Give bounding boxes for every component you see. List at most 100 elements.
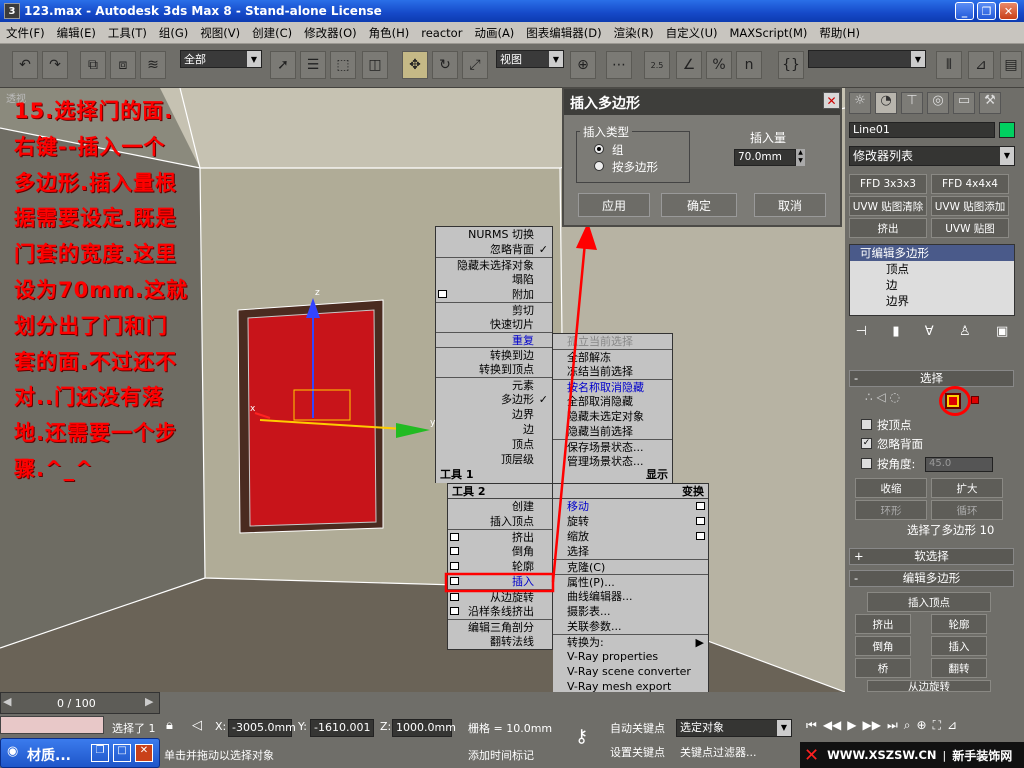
watermark: ✕ WWW.XSZSW.CN | 新手装饰网 xyxy=(800,742,1024,768)
ignore-backfacing-checkbox[interactable]: ✓ xyxy=(861,438,872,449)
vertex-mode-icon[interactable]: ∴ xyxy=(865,390,873,404)
frame-counter: 0 / 100 xyxy=(57,697,96,710)
key-filters-button[interactable]: 关键点过滤器... xyxy=(680,744,757,760)
remove-modifier-icon[interactable]: ♙ xyxy=(959,324,971,344)
zoom-all-icon[interactable]: ⊕ xyxy=(917,718,927,742)
stack-item-border[interactable]: 边界 xyxy=(850,293,1014,309)
bridge-button[interactable]: 桥 xyxy=(855,658,911,678)
go-start-icon[interactable]: ⏮ xyxy=(806,718,817,742)
panel-tabs: ☼ ◔ ⊤ ◎ ▭ ⚒ xyxy=(849,92,1017,116)
dialog-title: 插入多边形 xyxy=(570,96,640,112)
time-prev-icon[interactable]: ◀ xyxy=(3,695,11,708)
watermark-url: WWW.XSZSW.CN xyxy=(827,748,937,762)
zoom-extents-icon[interactable]: ⛶ xyxy=(933,718,941,742)
selection-rollout[interactable]: - 选择 xyxy=(849,370,1014,387)
ok-button[interactable]: 确定 xyxy=(661,193,737,217)
make-unique-icon[interactable]: ∀ xyxy=(925,324,934,344)
chevron-down-icon: ▼ xyxy=(1000,147,1014,165)
stack-tools: ⊣ ▮ ∀ ♙ ▣ xyxy=(849,324,1015,344)
loop-button[interactable]: 循环 xyxy=(931,500,1003,520)
radio-group[interactable] xyxy=(594,144,604,154)
ffd444-button[interactable]: FFD 4x4x4 xyxy=(931,174,1009,194)
absolute-mode-icon[interactable]: ◁ xyxy=(192,718,202,733)
stack-item-edge[interactable]: 边 xyxy=(850,277,1014,293)
extrude-mod-button[interactable]: 挤出 xyxy=(849,218,927,238)
display-tab-icon[interactable]: ▭ xyxy=(953,92,975,114)
inset-amount-spinner[interactable]: ▲ ▼ xyxy=(796,149,805,166)
selection-set-dropdown[interactable]: 选定对象 ▼ xyxy=(676,719,792,737)
inset-amount-field[interactable]: 70.0mm xyxy=(734,149,796,166)
key-mode-icon[interactable]: ⚷ xyxy=(575,726,588,747)
shrink-button[interactable]: 收缩 xyxy=(855,478,927,498)
border-mode-icon[interactable]: ◌ xyxy=(890,390,900,404)
hinge-from-edge-button[interactable]: 从边旋转 xyxy=(867,680,991,692)
time-slider[interactable]: ◀ 0 / 100 ▶ xyxy=(0,692,160,714)
dialog-close-icon[interactable]: ✕ xyxy=(823,92,840,109)
x-label: X: xyxy=(215,720,227,733)
object-color-swatch[interactable] xyxy=(999,122,1015,138)
next-frame-icon[interactable]: ▶▶ xyxy=(863,718,881,742)
inset-button[interactable]: 插入 xyxy=(931,636,987,656)
bevel-button[interactable]: 倒角 xyxy=(855,636,911,656)
by-angle-checkbox[interactable] xyxy=(861,458,872,469)
angle-field[interactable]: 45.0 xyxy=(925,457,993,472)
play-icon[interactable]: ▶ xyxy=(847,718,856,742)
radio-by-polygon[interactable] xyxy=(594,161,604,171)
ffd333-button[interactable]: FFD 3x3x3 xyxy=(849,174,927,194)
utilities-tab-icon[interactable]: ⚒ xyxy=(979,92,1001,114)
taskbar-material-editor[interactable]: ◉ 材质... ❐ □ ✕ xyxy=(0,738,160,768)
inset-polygon-dialog: 插入多边形 ✕ 插入类型 组 按多边形 插入量 70.0mm ▲ ▼ 应用 确定 … xyxy=(562,87,842,227)
modifier-list-dropdown[interactable]: 修改器列表 ▼ xyxy=(849,146,1015,166)
extrude-button[interactable]: 挤出 xyxy=(855,614,911,634)
uvw-map-add-button[interactable]: UVW 贴图添加 xyxy=(931,196,1009,216)
go-end-icon[interactable]: ⏭ xyxy=(887,718,898,742)
time-next-icon[interactable]: ▶ xyxy=(145,695,153,708)
lock-selection-icon[interactable]: 🔒︎ xyxy=(166,718,173,733)
pin-stack-icon[interactable]: ⊣ xyxy=(856,324,867,344)
uvw-map-clear-button[interactable]: UVW 贴图清除 xyxy=(849,196,927,216)
y-coord-field[interactable]: -1610.001 xyxy=(310,719,374,737)
edit-polygons-rollout[interactable]: - 编辑多边形 xyxy=(849,570,1014,587)
ring-button[interactable]: 环形 xyxy=(855,500,927,520)
prev-frame-icon[interactable]: ◀◀ xyxy=(823,718,841,742)
apply-button[interactable]: 应用 xyxy=(578,193,650,217)
z-coord-field[interactable]: 1000.0mm xyxy=(392,719,456,737)
show-end-result-icon[interactable]: ▮ xyxy=(892,324,899,344)
cancel-button[interactable]: 取消 xyxy=(754,193,826,217)
polygon-mode-icon[interactable] xyxy=(945,393,961,409)
chevron-down-icon: ▼ xyxy=(777,720,791,736)
object-name-field[interactable]: Line01 xyxy=(849,122,995,138)
maximize-icon[interactable]: □ xyxy=(113,744,131,762)
material-icon: ◉ xyxy=(7,744,19,759)
create-tab-icon[interactable]: ☼ xyxy=(849,92,871,114)
watermark-logo-icon: ✕ xyxy=(804,744,820,766)
uvw-map-button[interactable]: UVW 贴图 xyxy=(931,218,1009,238)
by-vertex-checkbox[interactable] xyxy=(861,419,872,430)
modify-tab-icon[interactable]: ◔ xyxy=(875,92,897,114)
radio-by-polygon-label: 按多边形 xyxy=(612,160,658,174)
watermark-site-name: 新手装饰网 xyxy=(952,748,1013,763)
configure-sets-icon[interactable]: ▣ xyxy=(996,324,1008,344)
x-coord-field[interactable]: -3005.0mm xyxy=(228,719,296,737)
soft-selection-rollout[interactable]: + 软选择 xyxy=(849,548,1014,565)
outline-button[interactable]: 轮廓 xyxy=(931,614,987,634)
stack-item-vertex[interactable]: 顶点 xyxy=(850,261,1014,277)
auto-key-button[interactable]: 自动关键点 xyxy=(610,720,665,736)
set-key-button[interactable]: 设置关键点 xyxy=(610,744,665,760)
motion-tab-icon[interactable]: ◎ xyxy=(927,92,949,114)
grow-button[interactable]: 扩大 xyxy=(931,478,1003,498)
maxscript-listener[interactable] xyxy=(0,716,104,734)
flip-button[interactable]: 翻转 xyxy=(931,658,987,678)
taskbar-label: 材质... xyxy=(27,748,71,764)
insert-vertex-button[interactable]: 插入顶点 xyxy=(867,592,991,612)
zoom-icon[interactable]: ⌕ xyxy=(904,718,911,742)
restore-icon[interactable]: ❐ xyxy=(91,744,109,762)
stack-item-editable-poly[interactable]: 可编辑多边形 xyxy=(850,245,1014,261)
close-icon[interactable]: ✕ xyxy=(135,744,153,762)
edge-mode-icon[interactable]: ◁ xyxy=(876,390,885,404)
hierarchy-tab-icon[interactable]: ⊤ xyxy=(901,92,923,114)
grid-size: 栅格 = 10.0mm xyxy=(468,722,553,735)
element-mode-icon[interactable] xyxy=(971,396,979,404)
add-time-tag[interactable]: 添加时间标记 xyxy=(468,747,534,763)
field-of-view-icon[interactable]: ⊿ xyxy=(947,718,957,742)
